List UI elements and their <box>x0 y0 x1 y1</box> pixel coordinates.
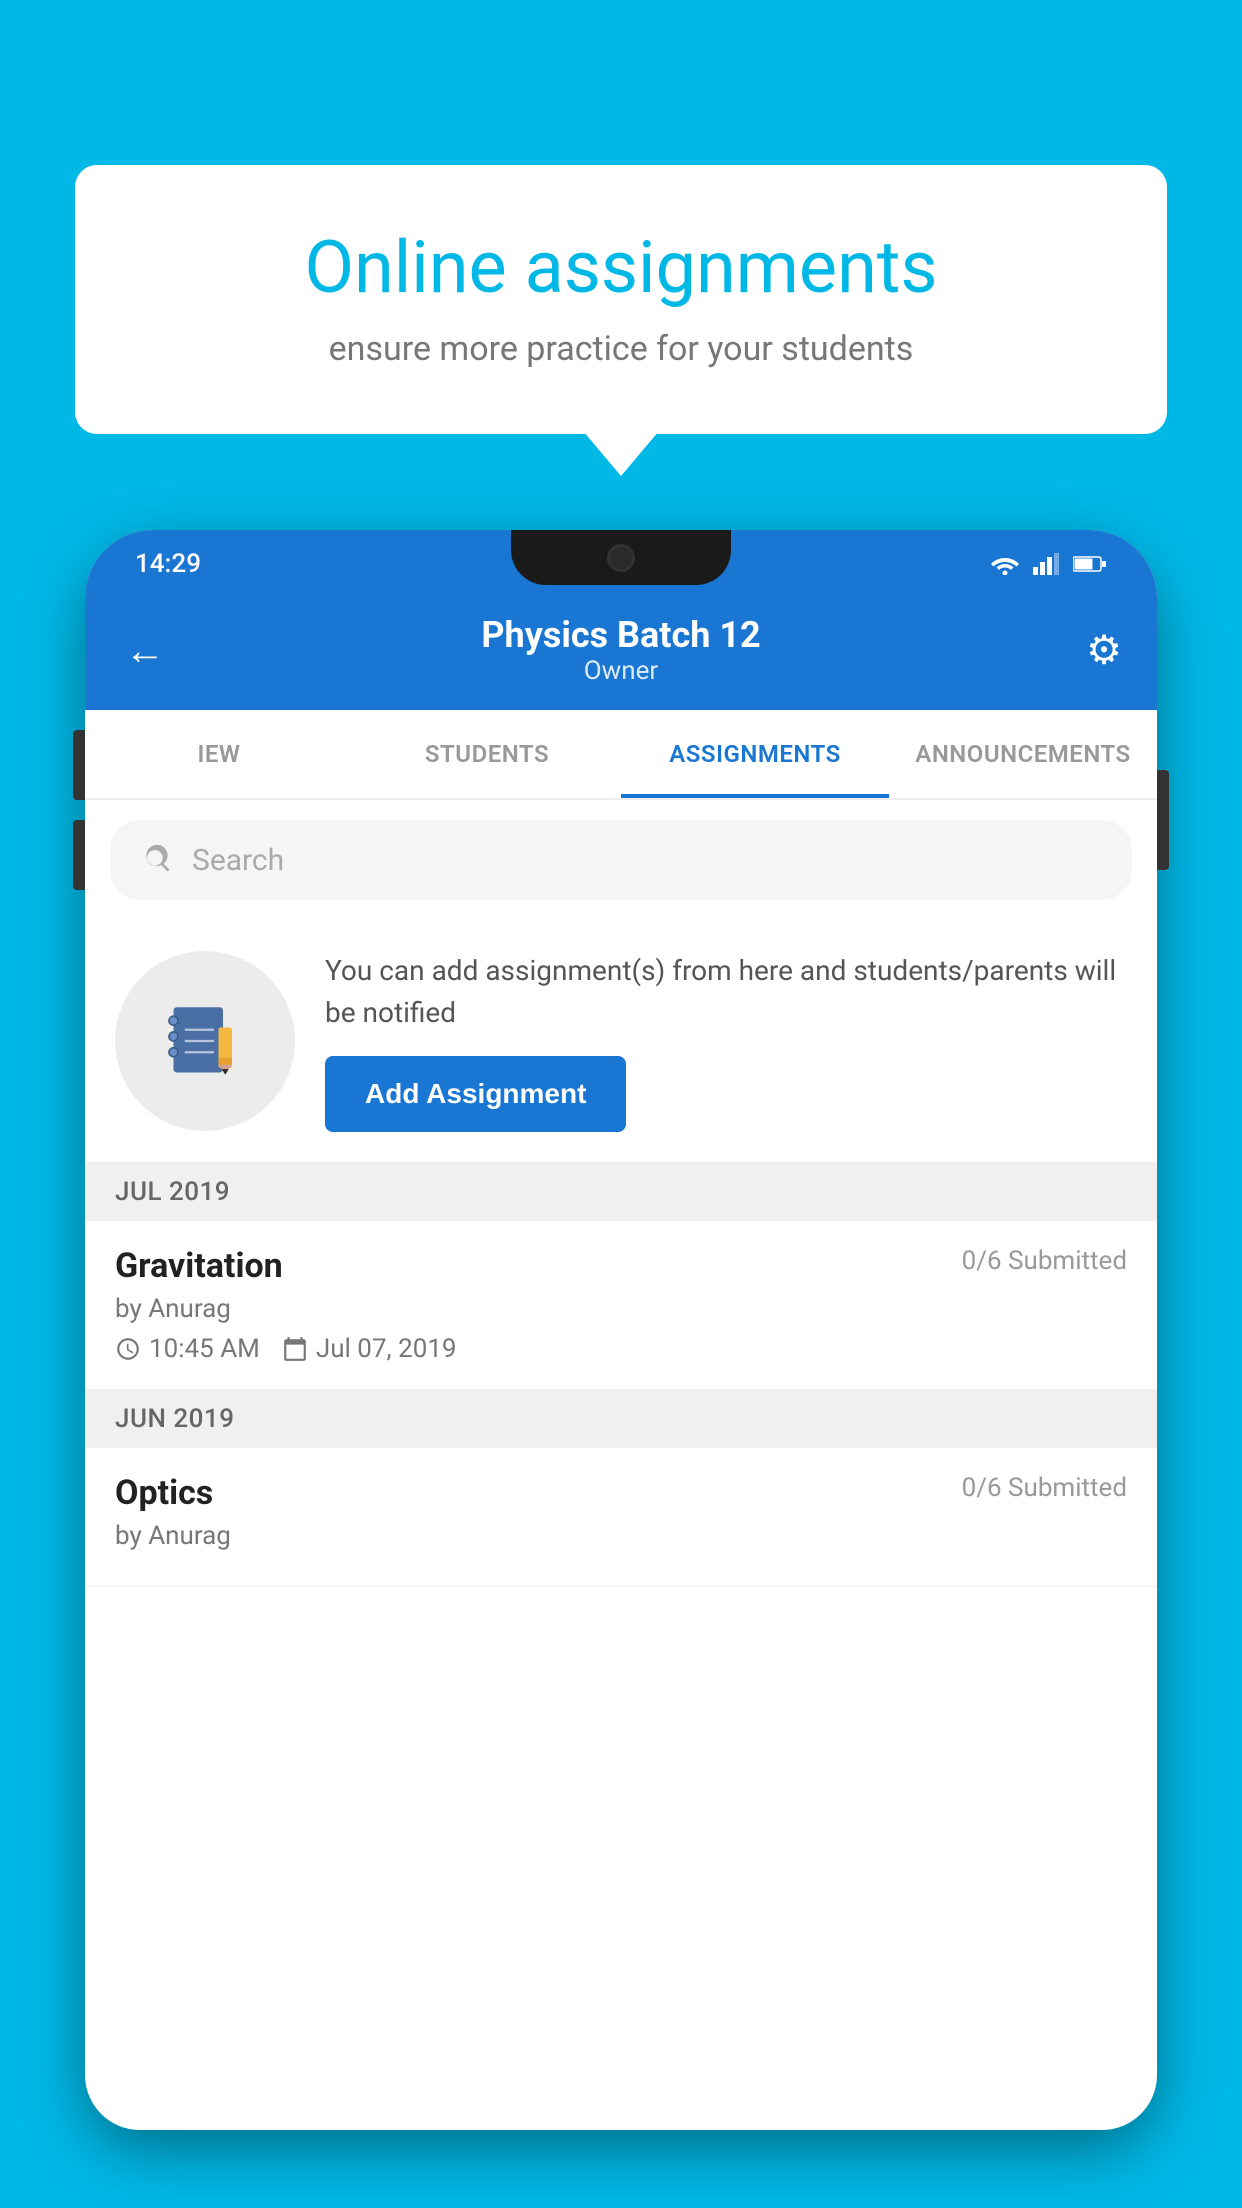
speech-bubble-subtitle: ensure more practice for your students <box>145 329 1097 369</box>
assignment-top-row-optics: Optics 0/6 Submitted <box>115 1473 1127 1513</box>
assignment-time: 10:45 AM <box>115 1334 260 1364</box>
power-button <box>1157 770 1169 870</box>
volume-up-button <box>73 730 85 800</box>
add-assignment-button[interactable]: Add Assignment <box>325 1056 626 1132</box>
calendar-icon <box>282 1336 308 1362</box>
speech-bubble-container: Online assignments ensure more practice … <box>75 165 1167 434</box>
tab-assignments[interactable]: ASSIGNMENTS <box>621 710 889 798</box>
tab-iew[interactable]: IEW <box>85 710 353 798</box>
notebook-icon-circle <box>115 951 295 1131</box>
status-icons <box>989 553 1107 575</box>
add-assignment-section: You can add assignment(s) from here and … <box>85 920 1157 1163</box>
assignment-name-optics: Optics <box>115 1473 213 1513</box>
search-icon <box>140 843 174 877</box>
month-header-jul: JUL 2019 <box>85 1163 1157 1221</box>
app-bar-center: Physics Batch 12 Owner <box>481 614 760 686</box>
assignment-time-value: 10:45 AM <box>149 1334 260 1364</box>
tab-students[interactable]: STUDENTS <box>353 710 621 798</box>
phone-screen: 14:29 <box>85 530 1157 2130</box>
assignment-item-optics[interactable]: Optics 0/6 Submitted by Anurag <box>85 1448 1157 1587</box>
assignment-submitted-optics: 0/6 Submitted <box>962 1473 1127 1503</box>
assignment-author: by Anurag <box>115 1294 1127 1324</box>
wifi-icon <box>989 553 1021 575</box>
app-bar: ← Physics Batch 12 Owner ⚙ <box>85 590 1157 710</box>
tabs-bar: IEW STUDENTS ASSIGNMENTS ANNOUNCEMENTS <box>85 710 1157 800</box>
assignment-meta: 10:45 AM Jul 07, 2019 <box>115 1334 1127 1364</box>
assignment-author-optics: by Anurag <box>115 1521 1127 1551</box>
add-assignment-description: You can add assignment(s) from here and … <box>325 950 1127 1034</box>
speech-bubble: Online assignments ensure more practice … <box>75 165 1167 434</box>
phone-mockup: 14:29 <box>85 530 1157 2208</box>
screen-content: Search <box>85 800 1157 1587</box>
assignment-date-value: Jul 07, 2019 <box>316 1334 457 1364</box>
month-header-jun: JUN 2019 <box>85 1390 1157 1448</box>
assignment-item-gravitation[interactable]: Gravitation 0/6 Submitted by Anurag 10:4… <box>85 1221 1157 1390</box>
battery-icon <box>1073 555 1107 573</box>
assignment-submitted: 0/6 Submitted <box>962 1246 1127 1276</box>
phone-camera <box>607 544 635 572</box>
notebook-icon <box>160 996 250 1086</box>
assignment-date: Jul 07, 2019 <box>282 1334 457 1364</box>
assignment-name: Gravitation <box>115 1246 283 1286</box>
phone-notch <box>511 530 731 585</box>
tab-announcements[interactable]: ANNOUNCEMENTS <box>889 710 1157 798</box>
app-bar-subtitle: Owner <box>481 656 760 686</box>
status-time: 14:29 <box>135 549 201 579</box>
assignment-top-row: Gravitation 0/6 Submitted <box>115 1246 1127 1286</box>
speech-bubble-title: Online assignments <box>145 225 1097 311</box>
add-assignment-right: You can add assignment(s) from here and … <box>325 950 1127 1132</box>
search-placeholder: Search <box>192 843 284 878</box>
settings-icon[interactable]: ⚙ <box>1086 627 1122 674</box>
search-bar-container: Search <box>85 800 1157 920</box>
signal-icon <box>1033 553 1061 575</box>
search-bar[interactable]: Search <box>110 820 1132 900</box>
back-button[interactable]: ← <box>115 617 175 684</box>
clock-icon <box>115 1336 141 1362</box>
phone-outer: 14:29 <box>85 530 1157 2130</box>
app-bar-title: Physics Batch 12 <box>481 614 760 656</box>
volume-down-button <box>73 820 85 890</box>
